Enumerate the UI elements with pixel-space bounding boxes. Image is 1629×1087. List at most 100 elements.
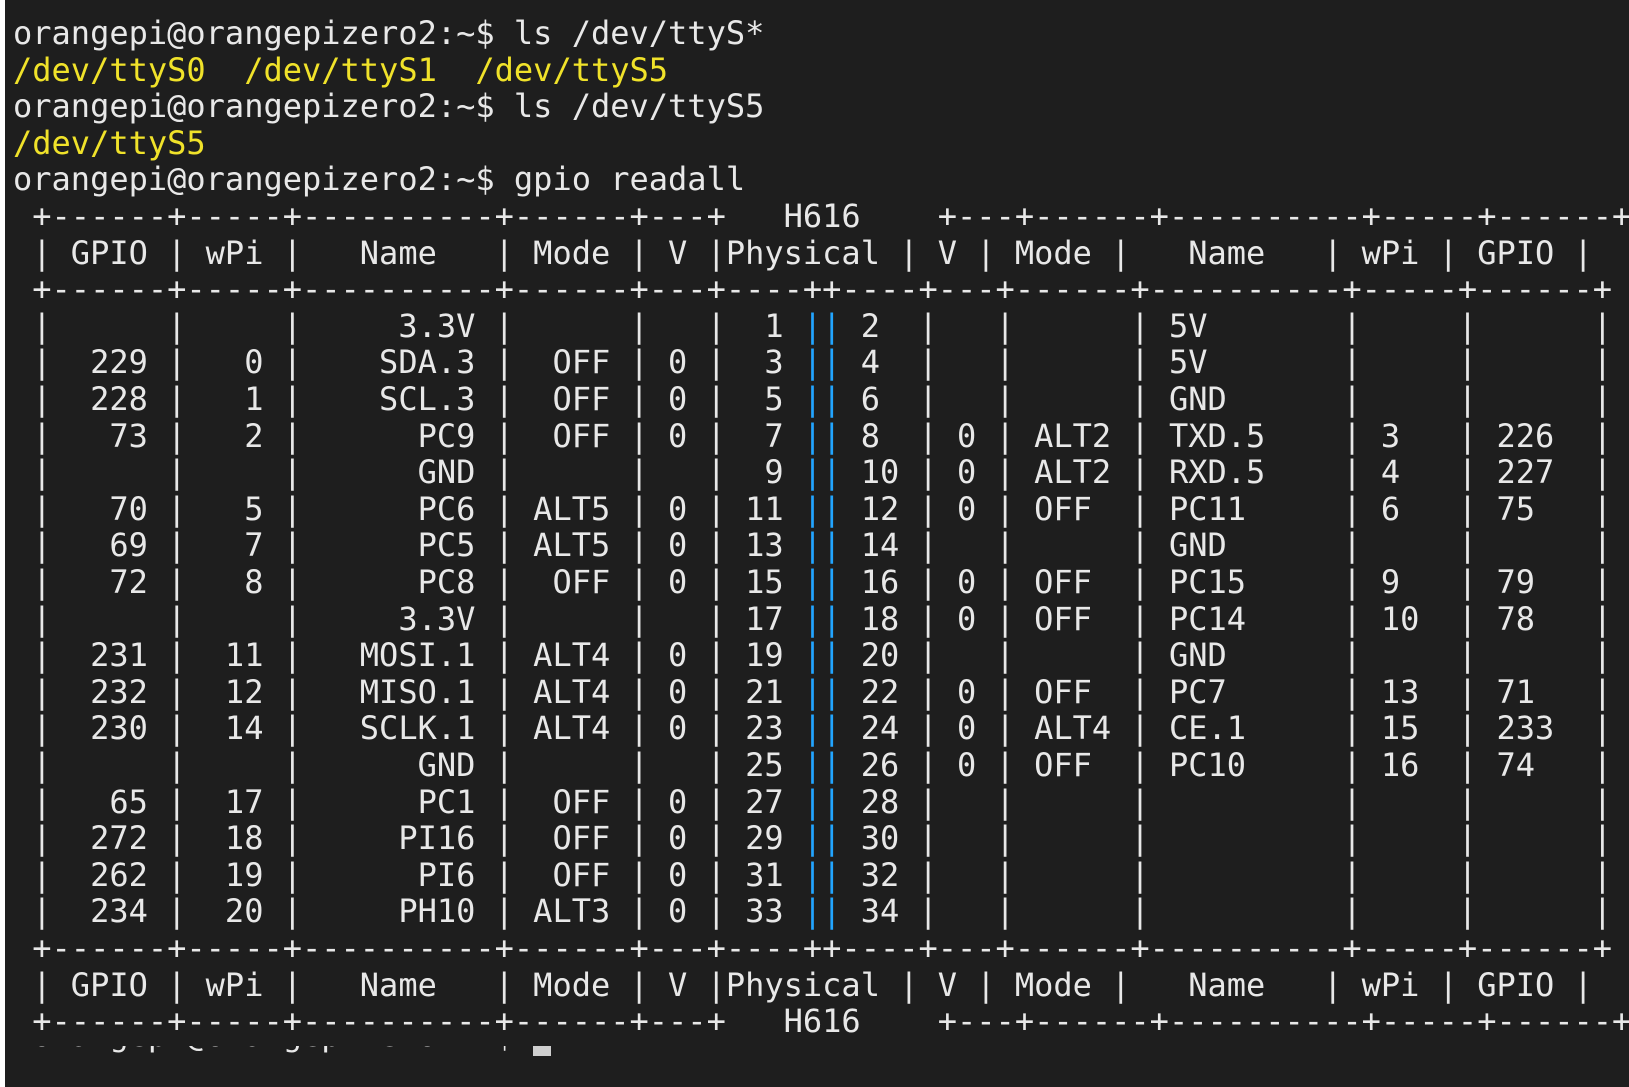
table-row: | | | GND | | | 25 || 26 | 0 | OFF | PC1… bbox=[13, 746, 1612, 784]
table-border: | bbox=[1130, 453, 1150, 492]
cell-left-gpio: 70 bbox=[51, 489, 168, 528]
table-border: | bbox=[1573, 233, 1593, 272]
table-border: | bbox=[167, 343, 187, 382]
cell-left-name: PC8 bbox=[301, 563, 495, 601]
column-header: Name bbox=[301, 965, 495, 1004]
table-border: | bbox=[494, 526, 514, 565]
table-border: | bbox=[282, 746, 302, 784]
table-border: | bbox=[494, 233, 514, 272]
table-border: | bbox=[1130, 563, 1150, 601]
cell-right-wpi: 4 bbox=[1361, 453, 1458, 492]
physical-separator: || bbox=[802, 855, 842, 894]
table-border: | bbox=[1130, 892, 1150, 931]
cell-right-name bbox=[1150, 856, 1343, 894]
table-border: | bbox=[1592, 709, 1613, 748]
cell-right-mode: OFF bbox=[1014, 563, 1131, 601]
cell-left-mode bbox=[514, 453, 630, 491]
table-border: | bbox=[494, 489, 514, 528]
terminal-window[interactable]: orangepi@orangepizero2:~$ ls /dev/ttyS* /… bbox=[5, 0, 1629, 1087]
cell-right-physical: 26 bbox=[841, 746, 919, 784]
table-border: +---+------+----------+-----+------+ bbox=[937, 1002, 1629, 1041]
physical-separator: || bbox=[802, 636, 842, 675]
table-border: | bbox=[918, 489, 938, 528]
table-border: | bbox=[706, 343, 726, 382]
table-border: | bbox=[1130, 489, 1150, 528]
cell-right-v: 0 bbox=[937, 672, 996, 711]
table-border: | bbox=[494, 819, 514, 858]
cell-right-v bbox=[938, 636, 996, 674]
table-top-border: +------+-----+----------+------+---+ H61… bbox=[13, 197, 1629, 235]
table-border: | bbox=[1592, 416, 1613, 455]
table-row: | 229 | 0 | SDA.3 | OFF | 0 | 3 || 4 | |… bbox=[13, 343, 1612, 381]
table-border: +------+-----+----------+------+---+ bbox=[13, 197, 726, 235]
cell-right-v: 0 bbox=[937, 489, 996, 528]
table-border: | bbox=[1457, 599, 1478, 638]
cell-right-mode bbox=[1015, 819, 1131, 857]
table-border: | bbox=[1111, 965, 1131, 1004]
cell-left-mode bbox=[514, 600, 630, 638]
cell-right-physical: 10 bbox=[841, 453, 919, 492]
table-border: | bbox=[494, 672, 514, 711]
table-border: | bbox=[494, 599, 514, 638]
cell-right-name bbox=[1150, 819, 1343, 857]
command-text: gpio readall bbox=[513, 160, 746, 199]
cell-right-mode: ALT4 bbox=[1014, 709, 1131, 748]
table-border: | bbox=[1592, 855, 1613, 894]
table-border: | bbox=[995, 489, 1015, 528]
shell-prompt: orangepi@orangepizero2:~$ bbox=[13, 14, 514, 52]
table-border: | bbox=[167, 855, 187, 894]
table-border: | bbox=[13, 306, 52, 345]
table-border: | bbox=[1592, 672, 1613, 711]
command-line: orangepi@orangepizero2:~$ gpio readall bbox=[13, 160, 745, 198]
cell-left-wpi bbox=[186, 307, 282, 345]
table-border: | bbox=[1130, 855, 1150, 894]
command-text: ls /dev/ttyS5 bbox=[513, 87, 765, 126]
cell-right-gpio bbox=[1477, 636, 1593, 674]
cell-left-v bbox=[649, 746, 707, 784]
table-border: | bbox=[494, 343, 514, 382]
cell-right-v bbox=[938, 783, 996, 821]
table-border: | bbox=[1130, 306, 1150, 345]
cell-right-name: GND bbox=[1149, 636, 1343, 675]
cell-left-v: 0 bbox=[648, 526, 707, 565]
table-border: | bbox=[494, 782, 514, 821]
cell-right-name: TXD.5 bbox=[1149, 416, 1343, 455]
cell-left-mode: OFF bbox=[513, 416, 630, 455]
cell-left-physical: 21 bbox=[725, 672, 803, 711]
table-border: | bbox=[995, 453, 1015, 492]
table-border: | bbox=[1592, 819, 1613, 858]
cell-right-physical: 12 bbox=[841, 489, 919, 528]
cell-left-name: GND bbox=[301, 746, 495, 784]
cell-left-name: SCL.3 bbox=[301, 380, 495, 418]
cell-right-gpio: 74 bbox=[1477, 746, 1593, 784]
cell-right-mode: OFF bbox=[1014, 599, 1131, 638]
cell-right-wpi bbox=[1362, 636, 1458, 674]
table-border: | bbox=[1592, 453, 1613, 492]
table-border: | bbox=[706, 672, 726, 711]
table-border: | bbox=[629, 892, 649, 931]
column-header: GPIO bbox=[1457, 965, 1574, 1004]
column-header: V bbox=[918, 233, 977, 272]
cell-left-wpi: 17 bbox=[186, 782, 283, 821]
table-border: | bbox=[1342, 489, 1362, 528]
cell-left-v: 0 bbox=[648, 636, 707, 675]
table-row: | 72 | 8 | PC8 | OFF | 0 | 15 || 16 | 0 … bbox=[13, 563, 1612, 601]
cell-left-mode: ALT5 bbox=[513, 526, 630, 565]
cell-left-wpi: 20 bbox=[186, 892, 283, 931]
physical-separator: || bbox=[802, 819, 842, 858]
column-header: Physical bbox=[725, 965, 900, 1004]
table-border: | bbox=[1457, 380, 1478, 418]
table-border: | bbox=[918, 453, 938, 492]
cell-right-v bbox=[938, 892, 996, 930]
table-border: | bbox=[995, 599, 1015, 638]
table-border: | bbox=[629, 855, 649, 894]
table-border: | bbox=[13, 819, 52, 858]
column-header: GPIO bbox=[51, 233, 168, 272]
cell-left-gpio: 228 bbox=[51, 380, 168, 418]
cell-left-mode: OFF bbox=[513, 782, 630, 821]
command-output-text: /dev/ttyS5 bbox=[13, 123, 206, 162]
cell-right-wpi: 13 bbox=[1361, 672, 1458, 711]
table-border: | bbox=[13, 855, 52, 894]
table-border: | bbox=[629, 233, 649, 272]
table-border: | bbox=[918, 636, 938, 675]
